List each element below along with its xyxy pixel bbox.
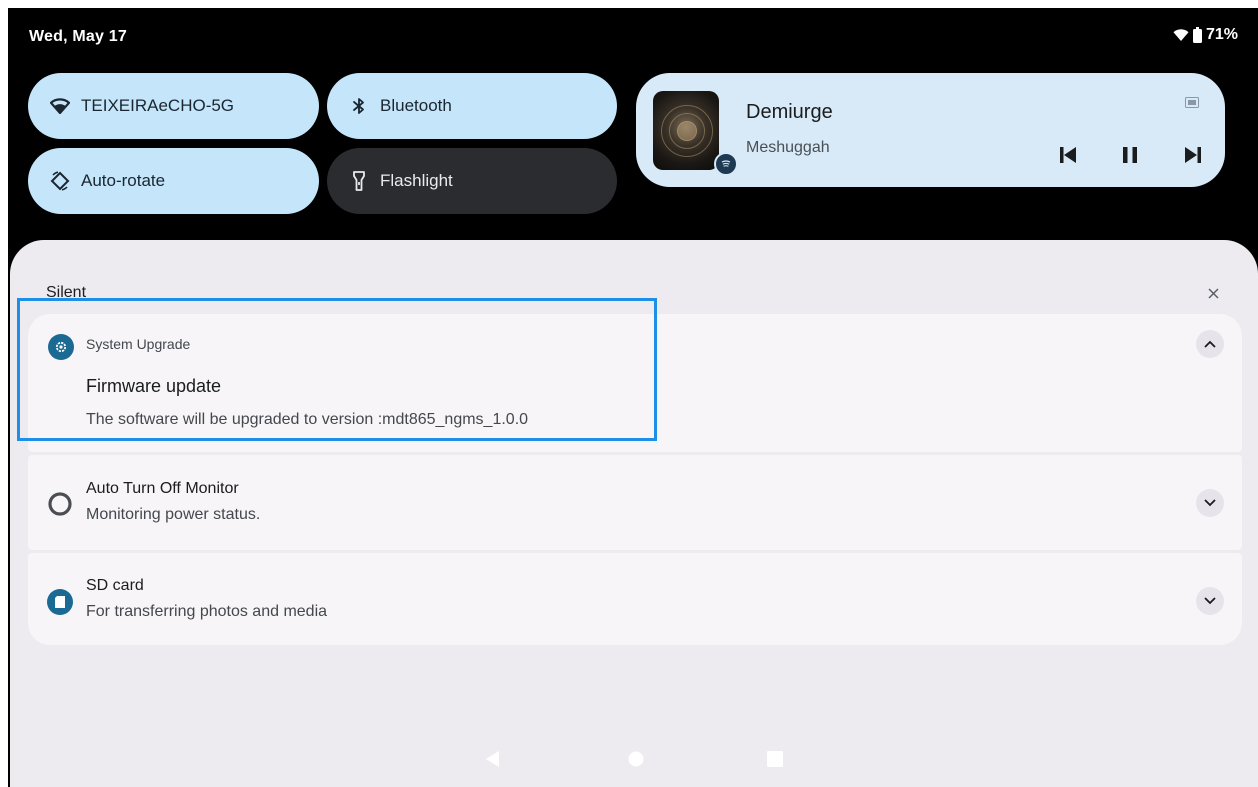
cast-icon[interactable] (1185, 95, 1199, 113)
expand-button[interactable] (1196, 587, 1224, 615)
status-date: Wed, May 17 (29, 28, 127, 45)
recents-button[interactable] (767, 751, 783, 772)
wifi-icon (49, 95, 71, 117)
next-button[interactable] (1181, 145, 1205, 169)
back-icon (486, 751, 500, 772)
notification-firmware-update[interactable]: System Upgrade Firmware update The softw… (28, 314, 1242, 452)
auto-rotate-icon (49, 170, 71, 192)
pause-icon (1123, 146, 1137, 169)
notification-text: Monitoring power status. (86, 506, 261, 523)
battery-icon (1192, 27, 1202, 43)
section-label: Silent (46, 284, 87, 301)
chevron-up-icon (1204, 335, 1216, 353)
tile-label: Auto-rotate (81, 171, 166, 190)
next-icon (1185, 146, 1201, 169)
previous-button[interactable] (1056, 145, 1080, 169)
flashlight-icon (348, 170, 370, 192)
screen: Wed, May 17 71% TEIXEIRAeCHO-5G Bluetoot… (8, 8, 1258, 787)
media-artist: Meshuggah (746, 139, 830, 156)
media-title: Demiurge (746, 101, 833, 123)
battery-percent: 71% (1205, 26, 1238, 43)
tile-label: Bluetooth (380, 96, 452, 115)
spotify-icon (714, 152, 738, 176)
tile-bluetooth[interactable]: Bluetooth (327, 73, 617, 139)
chevron-down-icon (1204, 494, 1216, 512)
notification-title: Auto Turn Off Monitor (86, 480, 239, 497)
wifi-icon (1173, 28, 1189, 42)
notification-title: SD card (86, 577, 144, 594)
status-bar: Wed, May 17 71% (8, 8, 1258, 68)
bluetooth-icon (348, 95, 370, 117)
navigation-bar (10, 735, 1258, 787)
tile-label: Flashlight (380, 171, 453, 190)
tile-auto-rotate[interactable]: Auto-rotate (28, 148, 319, 214)
collapse-button[interactable] (1196, 330, 1224, 358)
tile-wifi[interactable]: TEIXEIRAeCHO-5G (28, 73, 319, 139)
previous-icon (1060, 146, 1076, 169)
album-art (653, 91, 719, 170)
tile-label: TEIXEIRAeCHO-5G (81, 96, 235, 115)
sd-card-icon (47, 589, 73, 615)
gear-icon (48, 334, 74, 360)
notification-shade: Silent System Upgrade Firmware update Th… (10, 240, 1258, 787)
close-icon[interactable] (1204, 284, 1222, 302)
notification-text: The software will be upgraded to version… (86, 411, 529, 428)
tile-flashlight[interactable]: Flashlight (327, 148, 617, 214)
status-icons: 71% (1173, 26, 1238, 44)
circle-icon (47, 491, 73, 517)
chevron-down-icon (1204, 592, 1216, 610)
notification-list: System Upgrade Firmware update The softw… (28, 314, 1242, 645)
notification-title: Firmware update (86, 376, 222, 396)
home-icon (628, 751, 644, 772)
back-button[interactable] (486, 751, 500, 772)
notification-sd-card[interactable]: SD card For transferring photos and medi… (28, 553, 1242, 645)
pause-button[interactable] (1118, 145, 1142, 169)
notification-auto-turn-off-monitor[interactable]: Auto Turn Off Monitor Monitoring power s… (28, 455, 1242, 550)
expand-button[interactable] (1196, 489, 1224, 517)
home-button[interactable] (628, 751, 644, 772)
notification-text: For transferring photos and media (86, 603, 328, 620)
recents-icon (767, 751, 783, 772)
notification-app-name: System Upgrade (86, 336, 191, 352)
